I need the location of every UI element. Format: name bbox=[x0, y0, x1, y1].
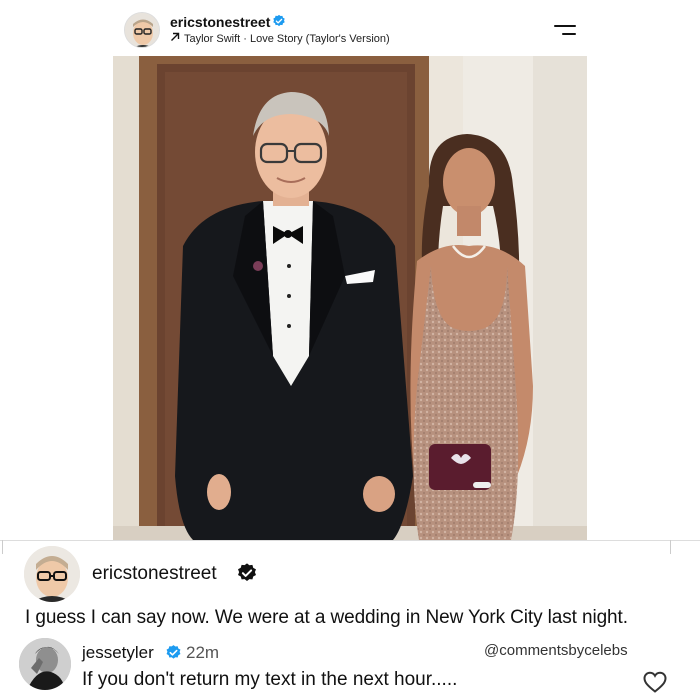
comment-text: If you don't return my text in the next … bbox=[82, 669, 458, 690]
verified-badge-icon bbox=[273, 14, 285, 27]
comment-timestamp: 22m bbox=[186, 643, 220, 662]
verified-badge-icon bbox=[238, 563, 256, 581]
verified-badge-icon bbox=[166, 645, 181, 659]
avatar[interactable] bbox=[19, 638, 71, 690]
caption-text: I guess I can say now. We were at a wedd… bbox=[25, 607, 628, 628]
arrow-up-right-icon bbox=[170, 32, 180, 45]
caption-username[interactable]: ericstonestreet bbox=[92, 563, 217, 585]
song-link[interactable]: Taylor Swift · Love Story (Taylor's Vers… bbox=[170, 32, 390, 45]
post-photo bbox=[113, 56, 587, 540]
divider bbox=[2, 540, 3, 554]
divider bbox=[670, 540, 671, 554]
menu-icon[interactable] bbox=[552, 22, 576, 38]
divider bbox=[0, 540, 700, 541]
avatar[interactable] bbox=[24, 546, 80, 602]
comment-username[interactable]: jessetyler bbox=[82, 643, 154, 663]
post-header: ericstonestreet Taylor Swift · Love Stor… bbox=[124, 10, 584, 50]
post-username[interactable]: ericstonestreet bbox=[170, 14, 270, 30]
song-label: Taylor Swift · Love Story (Taylor's Vers… bbox=[184, 33, 390, 45]
avatar[interactable] bbox=[124, 12, 160, 48]
heart-icon[interactable] bbox=[642, 670, 668, 694]
watermark: @commentsbycelebs bbox=[484, 642, 628, 659]
